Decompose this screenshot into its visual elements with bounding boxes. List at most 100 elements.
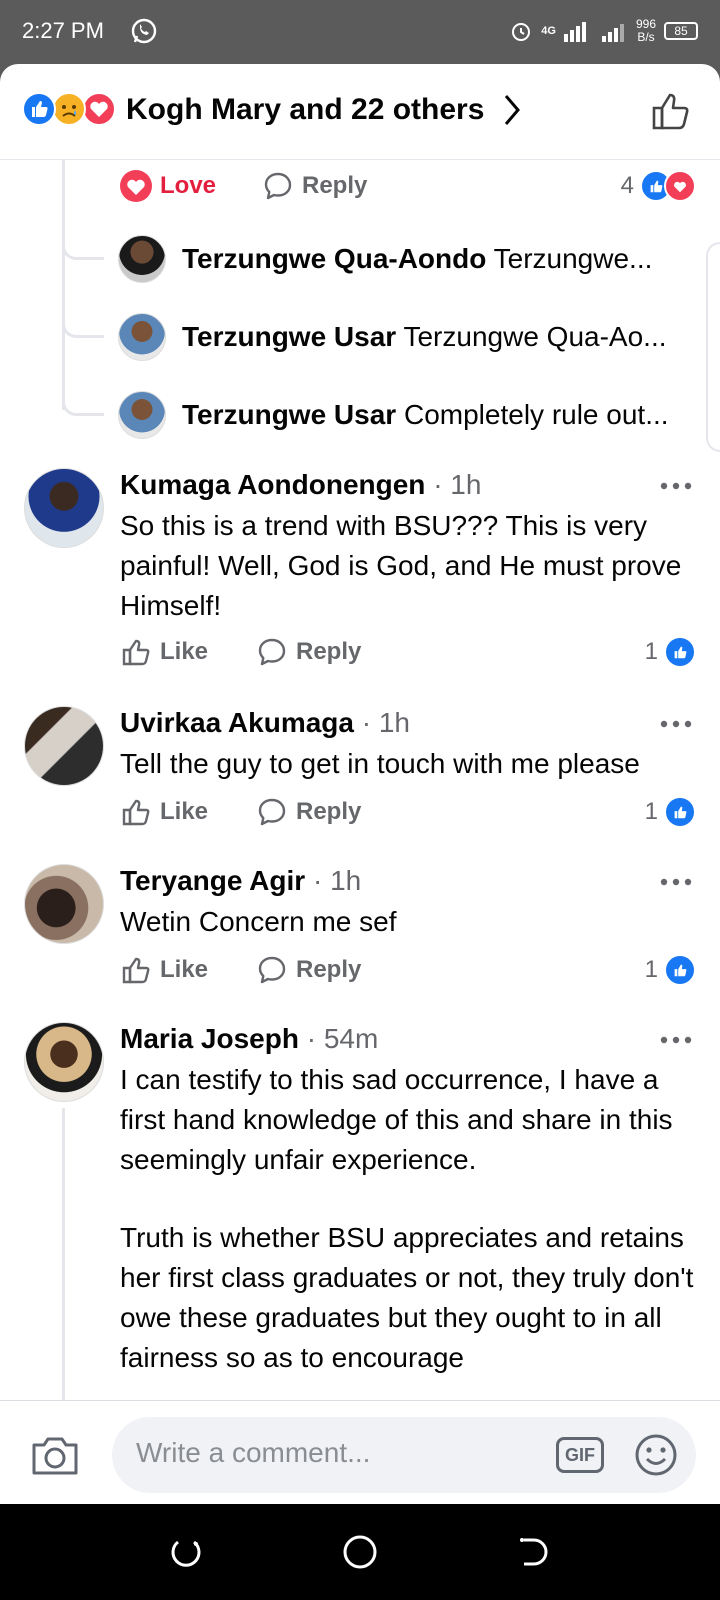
back-icon[interactable] (514, 1532, 554, 1572)
comment-composer: Write a comment... GIF (0, 1400, 720, 1504)
reaction-count[interactable]: 4 (621, 170, 696, 202)
reaction-count[interactable]: 1 (645, 636, 696, 668)
avatar[interactable] (118, 235, 166, 283)
reply-author: Terzungwe Usar (182, 321, 397, 352)
like-icon (664, 796, 696, 828)
sad-icon (52, 92, 86, 126)
recents-icon[interactable] (166, 1532, 206, 1572)
more-options-icon[interactable] (660, 720, 692, 728)
reply-snippet: Terzungwe Qua-Ao... (403, 321, 667, 352)
comment-time[interactable]: 54m (324, 1023, 378, 1054)
comment-author[interactable]: Kumaga Aondonengen (120, 469, 425, 500)
like-button[interactable]: Like (120, 954, 208, 986)
reply-button[interactable]: Reply (262, 170, 367, 202)
reaction-count-value: 4 (620, 172, 634, 199)
status-bar: 2:27 PM 4G 996 B/s 85 (0, 0, 720, 64)
like-icon (664, 954, 696, 986)
reply-item[interactable]: Terzungwe Usar Terzungwe Qua-Ao... (118, 312, 678, 362)
reply-item[interactable]: Terzungwe Qua-Aondo Terzungwe... (118, 234, 678, 284)
status-indicators: 4G 996 B/s 85 (509, 14, 698, 48)
comment-header: Uvirkaa Akumaga · 1h (120, 707, 411, 738)
reply-button[interactable]: Reply (256, 954, 361, 986)
comment-header: Maria Joseph · 54m (120, 1023, 379, 1054)
reply-label: Reply (296, 798, 362, 825)
reply-author: Terzungwe Usar (182, 399, 397, 430)
love-icon (120, 170, 152, 202)
like-icon (664, 636, 696, 668)
reaction-count[interactable]: 1 (645, 954, 696, 986)
thread-connector (62, 210, 104, 260)
avatar[interactable] (24, 706, 104, 786)
reaction-count-value: 1 (644, 956, 658, 983)
thread-connector (62, 366, 104, 416)
reply-button[interactable]: Reply (256, 796, 361, 828)
scroll-indicator[interactable] (706, 242, 720, 452)
thread-line (62, 1108, 65, 1408)
more-options-icon[interactable] (660, 482, 692, 490)
avatar[interactable] (118, 391, 166, 439)
comment-body: Wetin Concern me sef (120, 906, 397, 937)
comments-sheet: Kogh Mary and 22 others Love Reply 4 Ter… (0, 64, 720, 1504)
more-options-icon[interactable] (660, 878, 692, 886)
comment-header: Kumaga Aondonengen · 1h (120, 469, 482, 500)
comment-body: I can testify to this sad occurrence, I … (120, 1064, 673, 1175)
net-speed: 996 B/s (636, 18, 656, 44)
avatar[interactable] (118, 313, 166, 361)
camera-icon[interactable] (30, 1431, 80, 1477)
like-icon (122, 799, 150, 826)
comment-input[interactable]: Write a comment... GIF (112, 1417, 696, 1493)
signal-icon-2 (601, 24, 624, 42)
like-post-icon[interactable] (648, 88, 694, 134)
reply-label: Reply (296, 638, 362, 665)
signal-icon (563, 22, 586, 42)
comment-author[interactable]: Uvirkaa Akumaga (120, 707, 354, 738)
reply-snippet: Terzungwe... (493, 243, 653, 274)
reply-item[interactable]: Terzungwe Usar Completely rule out... (118, 390, 678, 440)
battery-icon: 85 (664, 22, 698, 40)
like-button[interactable]: Like (120, 636, 208, 668)
love-label: Love (160, 172, 217, 199)
reply-label: Reply (296, 956, 362, 983)
comment-body: So this is a trend with BSU??? This is v… (120, 510, 682, 621)
reply-text: Terzungwe Usar Completely rule out... (182, 399, 669, 431)
emoji-icon[interactable] (634, 1433, 678, 1477)
whatsapp-icon (131, 18, 157, 44)
comment-time[interactable]: 1h (450, 469, 481, 500)
reaction-count-value: 1 (644, 798, 658, 825)
alarm-icon (512, 23, 531, 41)
reaction-count[interactable]: 1 (645, 796, 696, 828)
comment-icon (258, 798, 286, 826)
thread-connector (62, 288, 104, 338)
like-icon (122, 957, 150, 984)
like-icon (122, 639, 150, 666)
love-reaction-button[interactable]: Love (120, 170, 216, 202)
more-options-icon[interactable] (660, 1036, 692, 1044)
comment-time[interactable]: 1h (330, 865, 361, 896)
like-button[interactable]: Like (120, 796, 208, 828)
reactions-summary[interactable]: Kogh Mary and 22 others (126, 92, 484, 128)
reactions-header[interactable]: Kogh Mary and 22 others (0, 64, 720, 160)
reply-text: Terzungwe Qua-Aondo Terzungwe... (182, 243, 652, 275)
like-label: Like (160, 956, 209, 983)
system-nav-bar (0, 1504, 720, 1600)
home-icon[interactable] (340, 1532, 380, 1572)
reply-author: Terzungwe Qua-Aondo (182, 243, 487, 274)
comment-author[interactable]: Maria Joseph (120, 1023, 299, 1054)
love-icon (664, 170, 696, 202)
like-label: Like (160, 798, 209, 825)
comment-body: Tell the guy to get in touch with me ple… (120, 748, 640, 779)
avatar[interactable] (24, 468, 104, 548)
like-label: Like (160, 638, 209, 665)
reply-button[interactable]: Reply (256, 636, 361, 668)
reply-snippet: Completely rule out... (403, 399, 669, 430)
comment-author[interactable]: Teryange Agir (120, 865, 305, 896)
avatar[interactable] (24, 864, 104, 944)
avatar[interactable] (24, 1022, 104, 1102)
comment-header: Teryange Agir · 1h (120, 865, 362, 896)
gif-button[interactable]: GIF (556, 1437, 604, 1473)
reaction-count-value: 1 (644, 638, 658, 665)
comment-time[interactable]: 1h (379, 707, 410, 738)
love-icon (82, 92, 116, 126)
comment-input-placeholder: Write a comment... (136, 1437, 371, 1468)
chevron-right-icon[interactable] (500, 90, 524, 130)
